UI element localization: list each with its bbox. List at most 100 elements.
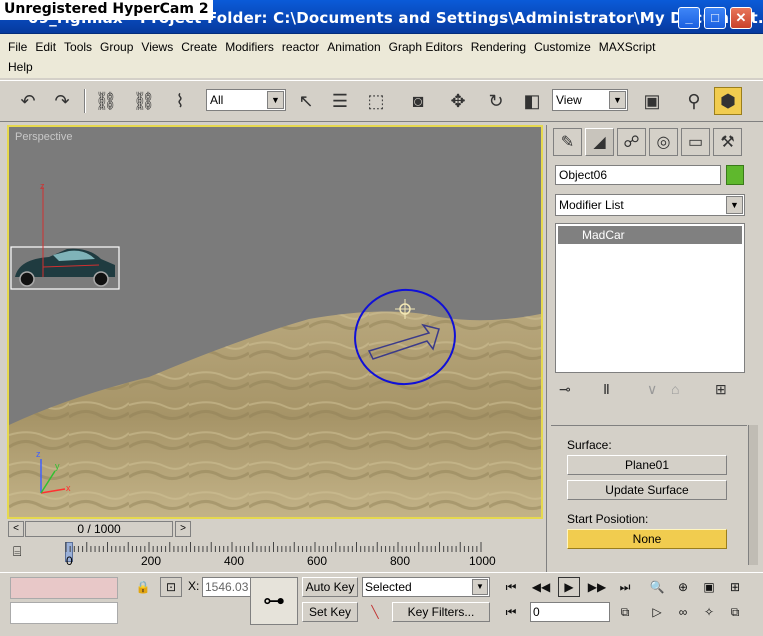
key-filters-button[interactable]: Key Filters... [392,602,490,622]
select-object-icon[interactable]: ↖ [292,87,320,115]
menu-reactor[interactable]: reactor [282,37,319,57]
configure-modifier-sets-icon[interactable]: ⊞ [715,381,727,398]
menu-tools[interactable]: Tools [64,37,92,57]
tick-label: 200 [141,554,162,568]
command-panel-scrollbar[interactable] [748,425,758,565]
lock-selection-icon[interactable]: 🔒 [132,577,154,597]
current-frame-field[interactable]: 0 [530,602,610,622]
command-panel: ✎ ◢ ☍ ◎ ▭ ⚒ Object06 Modifier List ▼ Mad… [546,125,760,575]
object-color-swatch[interactable] [726,165,744,185]
menu-edit[interactable]: Edit [35,37,56,57]
minimize-button[interactable]: _ [678,7,700,29]
maxscript-listener-mini[interactable] [10,577,118,599]
absolute-mode-icon[interactable]: ⊡ [160,577,182,597]
modifier-stack[interactable]: MadCar [555,223,745,373]
hierarchy-tab-icon[interactable]: ☍ [617,128,646,156]
select-and-link-icon[interactable]: ⛓ [92,87,120,115]
redo-icon[interactable]: ↷ [48,87,76,115]
menu-create[interactable]: Create [181,37,217,57]
viewport-scene: z z x y [9,127,541,517]
maxscript-output-mini[interactable] [10,602,118,624]
selection-region-icon[interactable]: ⬚ [362,87,390,115]
utilities-tab-icon[interactable]: ⚒ [713,128,742,156]
remove-modifier-icon[interactable]: ⌂ [671,381,679,397]
madcar-rollout: Surface: Plane01 Update Surface Start Po… [551,425,747,565]
tick-label: 400 [224,554,245,568]
viewport-label[interactable]: Perspective [15,131,72,143]
mini-curve-editor-icon[interactable]: ⌸ [13,543,37,567]
menu-modifiers[interactable]: Modifiers [225,37,274,57]
pin-stack-icon[interactable]: ⊸ [559,381,571,398]
time-slider-next-icon[interactable]: > [175,521,191,537]
display-tab-icon[interactable]: ▭ [681,128,710,156]
key-mode-toggle-icon[interactable]: ⏮ [500,602,522,622]
play-icon[interactable]: ▶ [558,577,580,597]
x-coord-field[interactable]: 1546.03 [202,577,254,597]
menu-help[interactable]: Help [8,57,33,77]
select-and-scale-icon[interactable]: ◧ [518,87,546,115]
select-and-move-icon[interactable]: ✥ [444,87,472,115]
previous-frame-icon[interactable]: ◀◀ [530,577,552,597]
reference-coordinate-dropdown[interactable]: View ▼ [552,89,628,111]
window-crossing-icon[interactable]: ◙ [404,87,432,115]
create-tab-icon[interactable]: ✎ [553,128,582,156]
default-in-out-tangents-icon[interactable]: ╲ [364,602,386,622]
modifier-list-dropdown[interactable]: Modifier List ▼ [555,194,745,216]
perspective-viewport[interactable]: z z x y Perspective [7,125,543,519]
maximize-viewport-icon[interactable]: ⧉ [724,602,746,622]
show-end-result-icon[interactable]: Ⅱ [603,381,610,398]
go-to-end-icon[interactable]: ⏭ [614,577,636,597]
maximize-button[interactable]: □ [704,7,726,29]
set-key-button[interactable]: Set Key [302,602,358,622]
zoom-extents-icon[interactable]: ▣ [698,577,720,597]
3dsmax-window: 09_rig.max - Project Folder: C:\Document… [0,0,763,636]
object-name-field[interactable]: Object06 [555,165,721,185]
tick-label: 800 [390,554,411,568]
menu-file[interactable]: File [8,37,27,57]
modifier-stack-item[interactable]: MadCar [558,226,742,244]
svg-text:z: z [40,181,45,191]
track-bar[interactable]: ⌸ 0 200 400 600 800 1000 [7,540,543,572]
bind-space-warp-icon[interactable]: ⌇ [166,87,194,115]
time-slider[interactable]: < 0 / 1000 > [7,519,543,539]
update-surface-button[interactable]: Update Surface [567,480,727,500]
time-configuration-icon[interactable]: ⧉ [614,602,636,622]
menu-graph-editors[interactable]: Graph Editors [389,37,463,57]
time-slider-handle[interactable]: 0 / 1000 [25,521,173,537]
start-position-label: Start Posiotion: [567,512,649,526]
next-frame-icon[interactable]: ▶▶ [586,577,608,597]
zoom-all-icon[interactable]: ⊕ [672,577,694,597]
track-ticks [65,542,482,552]
menu-maxscript[interactable]: MAXScript [599,37,656,57]
menu-animation[interactable]: Animation [327,37,380,57]
motion-tab-icon[interactable]: ◎ [649,128,678,156]
select-by-name-icon[interactable]: ☰ [326,87,354,115]
selection-filter-value: All [210,93,224,107]
start-position-button[interactable]: None [567,529,727,549]
close-button[interactable]: ✕ [730,7,752,29]
selection-filter-dropdown[interactable]: All ▼ [206,89,286,111]
arc-rotate-icon[interactable]: ✧ [698,602,720,622]
pivot-center-icon[interactable]: ▣ [638,87,666,115]
set-key-icon[interactable]: ⊶ [250,577,298,625]
menu-rendering[interactable]: Rendering [471,37,526,57]
field-of-view-icon[interactable]: ▷ [646,602,668,622]
surface-pick-button[interactable]: Plane01 [567,455,727,475]
time-slider-prev-icon[interactable]: < [8,521,24,537]
auto-key-button[interactable]: Auto Key [302,577,358,597]
modify-tab-icon[interactable]: ◢ [585,128,614,156]
snap-toggle-icon[interactable]: ⬢ [714,87,742,115]
unlink-selection-icon[interactable]: ⛓ [130,87,158,115]
pan-view-icon[interactable]: ∞ [672,602,694,622]
select-and-rotate-icon[interactable]: ↻ [482,87,510,115]
go-to-start-icon[interactable]: ⏮ [500,577,522,597]
zoom-extents-all-icon[interactable]: ⊞ [724,577,746,597]
key-mode-dropdown[interactable]: Selected ▼ [362,577,490,597]
zoom-icon[interactable]: 🔍 [646,577,668,597]
menu-group[interactable]: Group [100,37,133,57]
undo-icon[interactable]: ↶ [14,87,42,115]
make-unique-icon[interactable]: ∨ [647,381,657,398]
menu-views[interactable]: Views [141,37,173,57]
menu-customize[interactable]: Customize [534,37,591,57]
select-and-manipulate-icon[interactable]: ⚲ [680,87,708,115]
